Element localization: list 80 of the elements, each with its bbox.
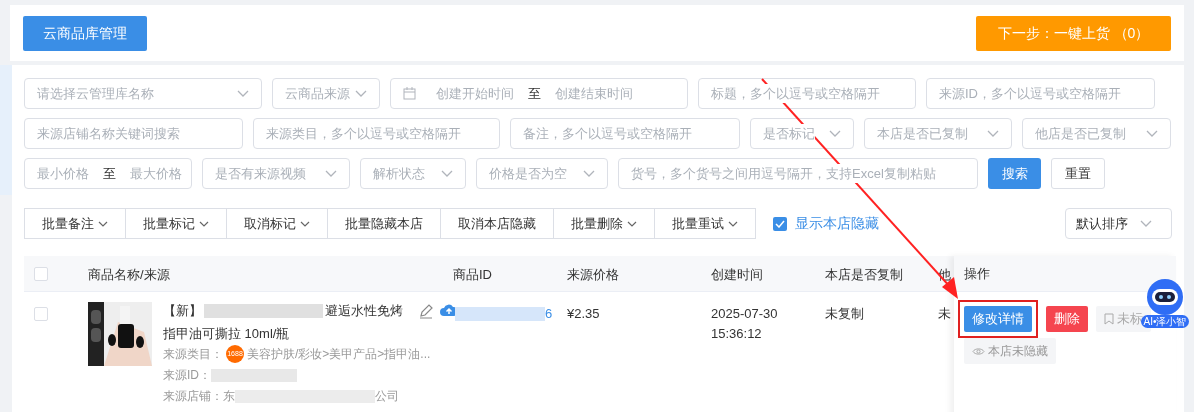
select-field[interactable]: 价格是否为空 [476, 158, 608, 189]
row-checkbox[interactable] [34, 307, 48, 321]
column-header: 本店是否复制 [825, 266, 903, 284]
range-field[interactable]: 创建开始时间 至 创建结束时间 [390, 78, 688, 109]
eye-icon [972, 346, 985, 356]
batch-button[interactable]: 批量隐藏本店 [327, 208, 441, 239]
column-header: 操作 [964, 264, 990, 283]
created-date: 2025-07-30 [711, 305, 778, 323]
chevron-down-icon [325, 169, 337, 178]
chevron-down-icon [583, 169, 595, 178]
product-title-start: 【新】 [163, 302, 202, 320]
chevron-down-icon [1140, 219, 1152, 228]
chevron-down-icon [627, 220, 637, 227]
category-path: 美容护肤/彩妆>美甲产品>指甲油... [247, 346, 431, 363]
select-field[interactable]: 是否有来源视频 [202, 158, 350, 189]
reset-button[interactable]: 重置 [1051, 158, 1105, 189]
price-cell-text: ¥2.35 [567, 305, 600, 323]
batch-button[interactable]: 取消本店隐藏 [440, 208, 554, 239]
edit-details-button[interactable]: 修改详情 [964, 306, 1032, 332]
column-header: 商品ID [453, 266, 492, 284]
input-field[interactable]: 备注，多个以逗号或空格隔开 [510, 118, 740, 149]
shop-label: 来源店铺：东 [163, 388, 235, 405]
search-button[interactable]: 搜索 [988, 158, 1041, 189]
product-title-end: 避逅水性免烤 [325, 302, 403, 320]
range-field[interactable]: 最小价格 至 最大价格 [24, 158, 192, 189]
chevron-down-icon [728, 220, 738, 227]
created-time: 15:36:12 [711, 325, 763, 343]
select-field[interactable]: 是否标记 [750, 118, 854, 149]
copied-status: 未复制 [825, 305, 864, 323]
range-separator: 至 [528, 84, 541, 103]
select-field[interactable]: 他店是否已复制 [1022, 118, 1171, 149]
delete-button[interactable]: 删除 [1046, 306, 1088, 332]
calendar-icon [403, 87, 416, 100]
column-header: 创建时间 [711, 266, 763, 284]
end-placeholder: 最大价格 [130, 164, 182, 183]
chevron-down-icon [1146, 129, 1158, 138]
other-copied-status: 未 [938, 305, 951, 323]
next-step-button[interactable]: 下一步：一键上货 （0） [976, 15, 1171, 51]
batch-button[interactable]: 取消标记 [226, 208, 328, 239]
select-field[interactable]: 本店是否已复制 [864, 118, 1012, 149]
chevron-down-icon [987, 129, 999, 138]
input-field[interactable]: 标题，多个以逗号或空格隔开 [698, 78, 916, 109]
input-field[interactable]: 来源ID，多个以逗号或空格隔开 [926, 78, 1155, 109]
library-button[interactable]: 云商品库管理 [23, 15, 147, 51]
bookmark-icon [1104, 313, 1114, 325]
chevron-down-icon [199, 220, 209, 227]
source-id-label: 来源ID： [163, 367, 211, 384]
batch-button[interactable]: 批量标记 [125, 208, 227, 239]
column-header: 来源价格 [567, 266, 619, 284]
edit-icon[interactable] [418, 303, 434, 319]
select-all-checkbox[interactable] [34, 267, 48, 281]
checkbox[interactable] [773, 216, 787, 231]
batch-button[interactable]: 批量备注 [24, 208, 126, 239]
shop-name-end: 公司 [375, 388, 399, 405]
input-field[interactable]: 来源店铺名称关键词搜索 [24, 118, 243, 149]
chevron-down-icon [237, 89, 249, 98]
product-id-link[interactable]: 6 [545, 304, 553, 324]
chevron-down-icon [829, 129, 841, 138]
chevron-down-icon [98, 220, 108, 227]
select-field[interactable]: 请选择云管理库名称 [24, 78, 262, 109]
batch-button[interactable]: 批量重试 [654, 208, 756, 239]
sort-select[interactable]: 默认排序 [1065, 208, 1172, 239]
product-title-line: 指甲油可撕拉 10ml/瓶 [163, 324, 291, 343]
chevron-down-icon [441, 169, 453, 178]
hide-status-button[interactable]: 本店未隐藏 [964, 338, 1056, 364]
select-field[interactable]: 解析状态 [360, 158, 466, 189]
input-field[interactable]: 货号，多个货号之间用逗号隔开，支持Excel复制粘贴 [618, 158, 978, 189]
batch-button[interactable]: 批量删除 [553, 208, 655, 239]
start-placeholder: 最小价格 [37, 164, 89, 183]
column-header: 商品名称/来源 [88, 266, 170, 284]
range-separator: 至 [103, 164, 116, 183]
select-field[interactable]: 云商品来源 [272, 78, 380, 109]
input-field[interactable]: 来源类目，多个以逗号或空格隔开 [253, 118, 500, 149]
category-label: 来源类目： [163, 346, 223, 363]
end-placeholder: 创建结束时间 [555, 84, 633, 103]
assistant-label[interactable]: AI•泽小智 [1140, 315, 1190, 328]
start-placeholder: 创建开始时间 [436, 84, 514, 103]
chevron-down-icon [300, 220, 310, 227]
chevron-down-icon [355, 89, 367, 98]
checkbox-label[interactable]: 显示本店隐藏 [795, 213, 879, 234]
